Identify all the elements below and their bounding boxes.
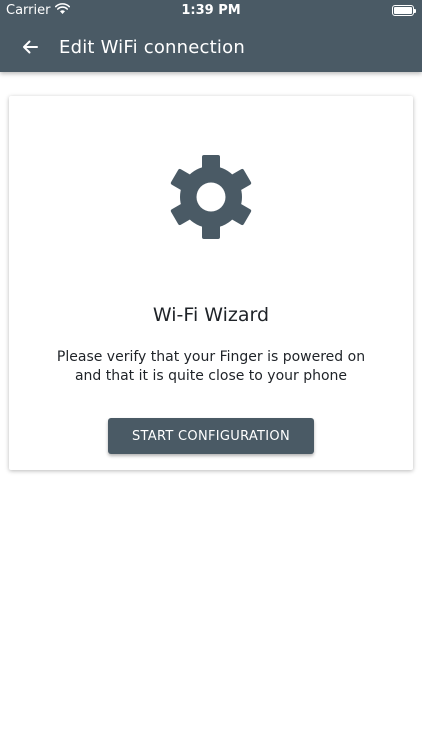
page-title: Edit WiFi connection	[59, 36, 245, 58]
top-area: Carrier 1:39 PM Edit WiFi connection	[0, 0, 422, 72]
back-button[interactable]	[17, 34, 43, 60]
gear-icon	[170, 155, 252, 239]
status-bar: Carrier 1:39 PM	[0, 0, 422, 22]
app-bar: Edit WiFi connection	[0, 22, 422, 72]
battery-icon	[392, 5, 416, 16]
wifi-wizard-card: Wi-Fi Wizard Please verify that your Fin…	[9, 96, 413, 470]
arrow-left-icon	[23, 40, 38, 54]
status-time: 1:39 PM	[181, 3, 241, 18]
wizard-title: Wi-Fi Wizard	[152, 304, 270, 326]
battery-fill	[394, 7, 412, 14]
wizard-instructions: Please verify that your Finger is powere…	[56, 349, 366, 384]
start-configuration-button[interactable]: START CONFIGURATION	[108, 418, 314, 454]
